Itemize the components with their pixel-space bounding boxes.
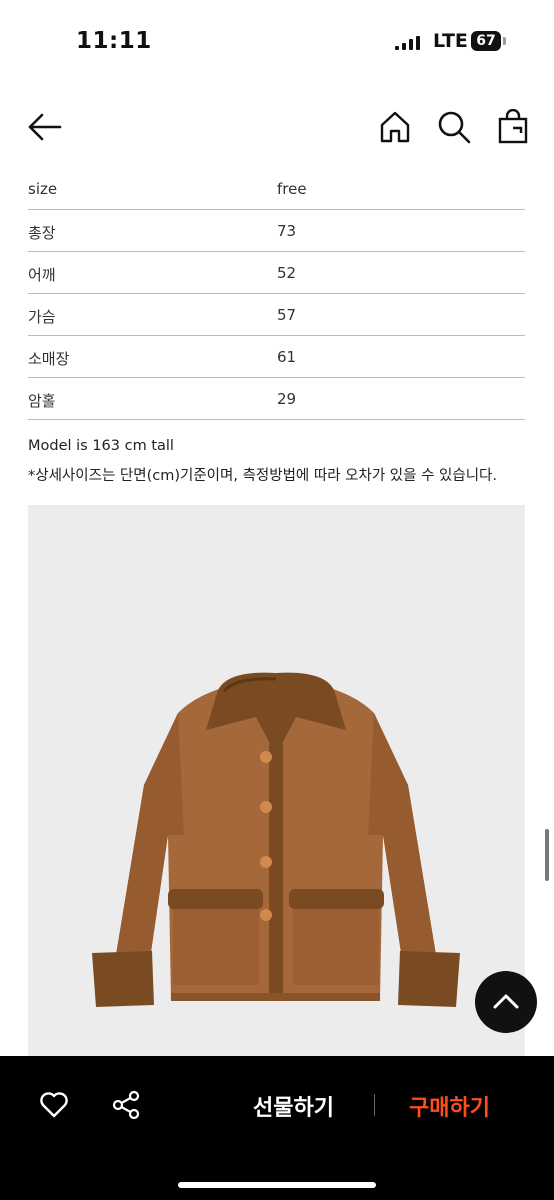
share-icon[interactable]	[110, 1089, 142, 1121]
status-time: 11:11	[76, 28, 152, 54]
table-header-row: size free	[28, 168, 525, 210]
size-header-label: size	[28, 180, 58, 198]
measure-label: 가슴	[28, 308, 56, 326]
table-row: 소매장 61	[28, 336, 525, 378]
divider	[374, 1094, 375, 1116]
battery-level: 67	[471, 31, 501, 51]
product-image	[28, 505, 525, 1060]
status-bar: 11:11 LTE 67	[0, 0, 554, 84]
table-row: 총장 73	[28, 210, 525, 252]
scrollbar[interactable]	[545, 829, 549, 881]
table-row: 암홀 29	[28, 378, 525, 420]
measure-value: 73	[277, 222, 297, 240]
measure-value: 29	[277, 390, 297, 408]
buy-button[interactable]: 구매하기	[409, 1090, 490, 1122]
measure-value: 61	[277, 348, 297, 366]
measure-label: 소매장	[28, 350, 70, 368]
measure-value: 52	[277, 264, 297, 282]
home-icon[interactable]	[377, 109, 413, 145]
measure-label: 암홀	[28, 392, 56, 410]
measure-label: 총장	[28, 224, 56, 242]
table-row: 가슴 57	[28, 294, 525, 336]
measurement-disclaimer: *상세사이즈는 단면(cm)기준이며, 측정방법에 따라 오차가 있을 수 있습…	[28, 468, 498, 484]
gift-button[interactable]: 선물하기	[253, 1090, 334, 1122]
network-label: LTE	[433, 30, 468, 52]
search-icon[interactable]	[436, 109, 472, 145]
scroll-to-top-button[interactable]	[475, 971, 537, 1033]
jacket-illustration	[92, 672, 460, 1007]
bottom-action-bar	[0, 1056, 554, 1200]
model-height-note: Model is 163 cm tall	[28, 438, 174, 454]
battery-icon: 67	[471, 31, 509, 51]
table-row: 어깨 52	[28, 252, 525, 294]
measure-value: 57	[277, 306, 297, 324]
shopping-bag-icon[interactable]	[495, 109, 531, 145]
size-table: size free 총장 73 어깨 52 가슴 57 소매장 61 암홀 29	[28, 168, 525, 420]
size-header-value: free	[277, 180, 307, 198]
measure-label: 어깨	[28, 266, 56, 284]
signal-icon	[395, 36, 420, 50]
heart-icon[interactable]	[38, 1089, 70, 1121]
top-nav	[0, 95, 554, 159]
home-indicator	[178, 1182, 376, 1188]
chevron-up-icon	[493, 994, 519, 1009]
arrow-left-icon[interactable]	[27, 109, 63, 145]
